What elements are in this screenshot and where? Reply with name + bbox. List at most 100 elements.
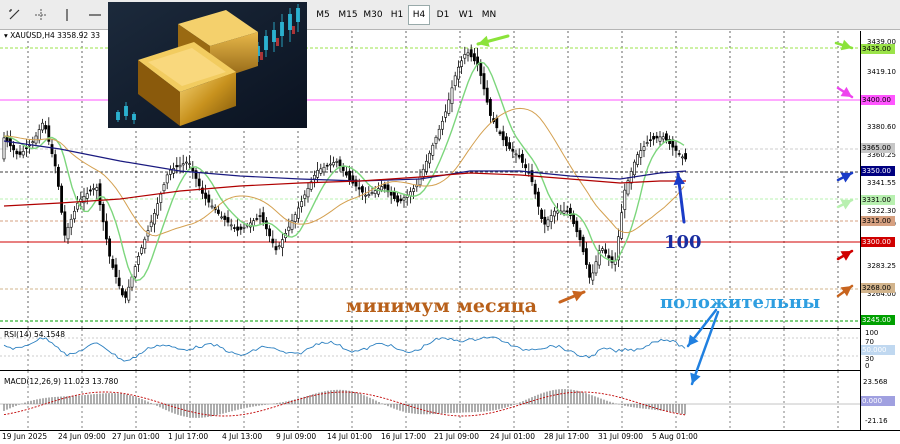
candle-body bbox=[277, 245, 281, 248]
candle-body bbox=[261, 212, 265, 223]
candle-body bbox=[636, 154, 640, 165]
candle-body bbox=[399, 198, 403, 202]
candle-body bbox=[479, 62, 483, 76]
candle-body bbox=[60, 185, 64, 213]
candle-body bbox=[229, 224, 233, 227]
timeframe-d1[interactable]: D1 bbox=[432, 5, 454, 25]
candle-body bbox=[335, 161, 339, 163]
candle-body bbox=[367, 194, 371, 197]
candle-body bbox=[549, 215, 553, 222]
candle-body bbox=[12, 144, 16, 151]
candle-body bbox=[21, 151, 25, 156]
candle-body bbox=[664, 133, 668, 141]
candle-body bbox=[412, 188, 416, 192]
rsi-canvas bbox=[0, 329, 860, 370]
candle-body bbox=[133, 266, 137, 278]
price-tick: 3283.25 bbox=[867, 262, 896, 270]
candle-body bbox=[556, 210, 560, 214]
candle-body bbox=[181, 163, 185, 166]
candle-body bbox=[89, 189, 92, 192]
candle-body bbox=[15, 150, 19, 155]
horizontal-line-icon[interactable] bbox=[86, 5, 104, 25]
price-axis[interactable]: 3439.00 3419.10 3380.60 3360.25 3341.55 … bbox=[860, 31, 900, 430]
candle-body bbox=[98, 183, 102, 206]
candle-body bbox=[357, 187, 361, 190]
candle-body bbox=[562, 210, 566, 214]
candle-body bbox=[268, 228, 272, 237]
candle-body bbox=[466, 52, 470, 56]
candle-body bbox=[242, 226, 246, 229]
macd-panel[interactable]: MACD(12,26,9) 11.023 13.780 bbox=[0, 370, 860, 431]
candle-body bbox=[389, 191, 393, 196]
candle-body bbox=[453, 75, 457, 87]
cursor-icon[interactable] bbox=[32, 5, 50, 25]
candle-body bbox=[524, 164, 528, 169]
candle-body bbox=[655, 135, 659, 139]
vertical-line-icon[interactable] bbox=[60, 5, 74, 25]
candle-body bbox=[351, 175, 355, 184]
price-tag-3300: 3300.00 bbox=[861, 237, 895, 247]
rsi-panel[interactable]: RSI(14) 54.1548 bbox=[0, 328, 860, 370]
candle-body bbox=[604, 249, 608, 254]
price-tick: 3380.60 bbox=[867, 123, 896, 131]
rsi-label: RSI(14) 54.1548 bbox=[4, 330, 65, 339]
candle-body bbox=[66, 226, 70, 240]
time-tick: 19 Jun 2025 bbox=[2, 432, 48, 441]
candle-body bbox=[287, 226, 291, 231]
candle-body bbox=[392, 191, 396, 199]
candle-body bbox=[463, 54, 467, 59]
candle-body bbox=[565, 210, 569, 213]
rsi-tick: 100 bbox=[865, 329, 879, 337]
candle-body bbox=[440, 120, 444, 130]
macd-canvas bbox=[0, 371, 860, 431]
candle-body bbox=[140, 247, 144, 254]
timeframe-m30[interactable]: M30 bbox=[361, 5, 385, 25]
candle-body bbox=[677, 153, 681, 155]
candle-body bbox=[607, 255, 611, 259]
candle-body bbox=[306, 188, 310, 198]
timeframe-m15[interactable]: M15 bbox=[336, 5, 360, 25]
candle-body bbox=[73, 210, 76, 220]
candle-body bbox=[648, 139, 652, 141]
candle-body bbox=[485, 87, 489, 103]
timeframe-h1[interactable]: H1 bbox=[386, 5, 408, 25]
price-tag-3400: 3400.00 bbox=[861, 95, 895, 105]
candle-body bbox=[552, 210, 556, 217]
time-axis[interactable]: 19 Jun 2025 24 Jun 09:00 27 Jun 01:00 1 … bbox=[0, 430, 900, 444]
candle-body bbox=[344, 171, 348, 176]
candle-body bbox=[153, 213, 156, 225]
candle-body bbox=[456, 66, 460, 80]
collapse-icon[interactable]: ▾ bbox=[4, 31, 8, 40]
timeframe-w1[interactable]: W1 bbox=[455, 5, 477, 25]
candle-body bbox=[149, 221, 153, 228]
timeframe-h4[interactable]: H4 bbox=[408, 5, 430, 25]
timeframe-mn[interactable]: MN bbox=[478, 5, 500, 25]
candle-body bbox=[639, 150, 643, 158]
time-tick: 28 Jul 17:00 bbox=[544, 432, 589, 441]
candle-body bbox=[380, 186, 384, 191]
candle-body bbox=[172, 168, 176, 174]
price-tag-3268: 3268.00 bbox=[861, 283, 895, 293]
candle-body bbox=[658, 136, 662, 142]
candle-body bbox=[504, 136, 508, 147]
candle-body bbox=[159, 193, 163, 203]
candle-body bbox=[600, 248, 604, 251]
candle-body bbox=[271, 238, 275, 244]
candle-body bbox=[178, 164, 182, 168]
candle-body bbox=[207, 194, 211, 203]
candle-body bbox=[517, 154, 521, 158]
price-tick: 3322.30 bbox=[867, 207, 896, 215]
candle-body bbox=[127, 286, 131, 301]
candle-body bbox=[300, 201, 304, 208]
candle-body bbox=[18, 151, 22, 155]
candle-body bbox=[680, 156, 684, 159]
candle-body bbox=[572, 213, 576, 225]
candle-body bbox=[482, 73, 486, 90]
candle-body bbox=[498, 131, 502, 135]
candle-body bbox=[40, 122, 44, 131]
candle-body bbox=[322, 166, 326, 173]
price-tick: 3341.55 bbox=[867, 179, 896, 187]
crosshair-icon[interactable] bbox=[6, 5, 24, 25]
timeframe-m5[interactable]: M5 bbox=[312, 5, 334, 25]
candle-body bbox=[332, 162, 336, 166]
